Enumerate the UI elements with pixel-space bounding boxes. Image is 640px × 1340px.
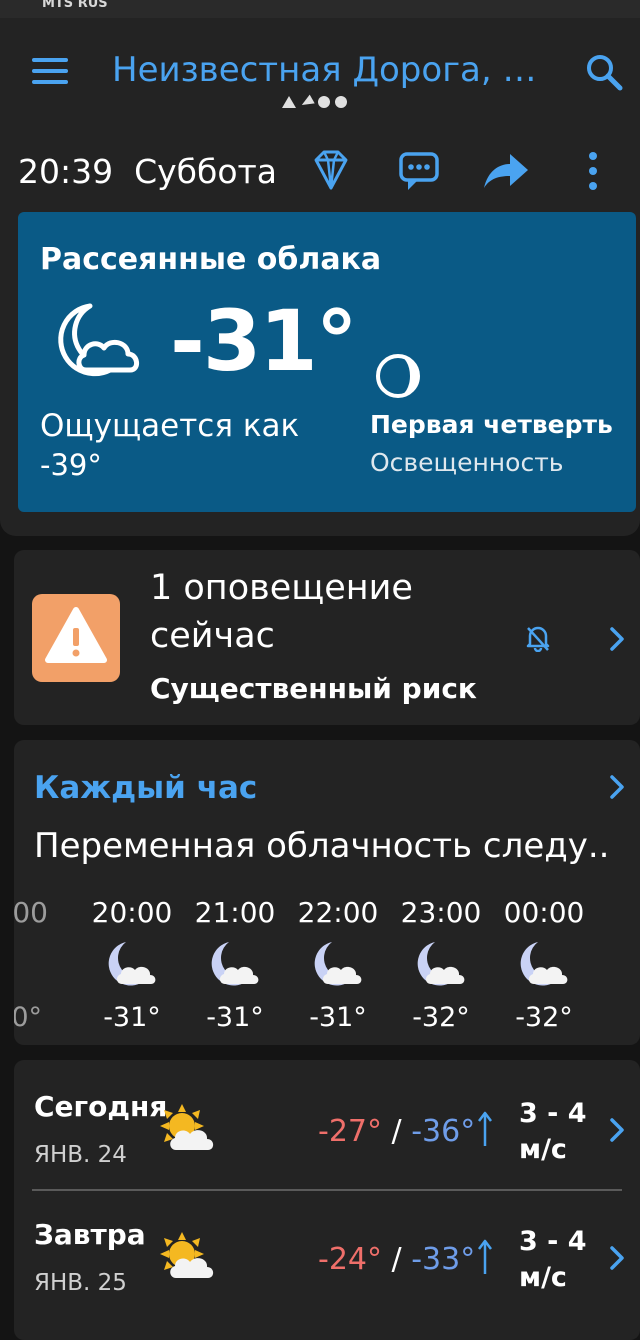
night-cloudy-icon	[14, 938, 62, 994]
day-name: Сегодня	[34, 1090, 168, 1123]
menu-icon[interactable]	[32, 58, 68, 86]
hour-item[interactable]: 23:00 -32°	[391, 896, 491, 1033]
hour-time: 20:00	[91, 896, 173, 929]
current-time: 20:39	[18, 152, 114, 191]
hour-item[interactable]: 00:00 -32°	[494, 896, 594, 1033]
hour-item[interactable]: 22:00 -31°	[288, 896, 388, 1033]
hourly-title: Каждый час	[34, 770, 258, 806]
high-temp: -27°	[318, 1114, 382, 1149]
page-dot-icon	[318, 96, 330, 108]
chevron-right-icon[interactable]	[606, 624, 628, 654]
hour-time: 00:00	[503, 896, 585, 929]
chat-icon[interactable]	[394, 146, 444, 196]
hour-temp: -32°	[412, 1002, 470, 1033]
day-name: Завтра	[34, 1218, 146, 1251]
hour-item[interactable]: 20:00 -31°	[82, 896, 182, 1033]
search-icon[interactable]	[584, 52, 624, 92]
night-cloudy-icon	[520, 942, 568, 986]
chevron-right-icon[interactable]	[606, 1243, 628, 1273]
app-bar: Неизвестная Дорога, Т...	[0, 18, 640, 118]
night-cloudy-icon	[211, 942, 259, 986]
time-day-label: 20:39 Суббота	[18, 152, 277, 191]
day-temperatures: -27° / -36°	[318, 1114, 475, 1149]
condition-title: Рассеянные облака	[40, 242, 382, 277]
high-temp: -24°	[318, 1242, 382, 1277]
night-cloudy-icon	[58, 303, 139, 377]
wind-range: 3 - 4	[519, 1226, 587, 1257]
current-section: 20:39 Суббота Рассеянные облака -31° Ощу…	[0, 118, 640, 536]
wind-speed: 3 - 4 м/с	[519, 1224, 587, 1296]
home-page-dot-icon	[282, 96, 296, 108]
location-page-dot-icon	[299, 94, 315, 110]
day-row-today[interactable]: Сегодня ЯНВ. 24 -27° / -36° 3 - 4 м/с	[14, 1060, 640, 1191]
more-vertical-icon[interactable]	[568, 146, 618, 196]
current-conditions-card[interactable]: Рассеянные облака -31° Ощущается как -39…	[18, 212, 636, 512]
hourly-forecast-card[interactable]: Каждый час Переменная облачность следу..…	[14, 740, 640, 1045]
hour-time: 21:00	[194, 896, 276, 929]
current-day: Суббота	[134, 152, 278, 191]
temp-separator: /	[391, 1114, 402, 1149]
alert-when: сейчас	[150, 616, 275, 656]
wind-unit: м/с	[519, 1134, 567, 1165]
chevron-right-icon[interactable]	[606, 772, 628, 802]
low-temp: -33°	[411, 1242, 476, 1277]
hour-item-partial[interactable]: 00 0°	[14, 896, 84, 1033]
wind-direction-icon	[478, 1111, 492, 1146]
wind-direction-icon	[478, 1239, 492, 1274]
location-title[interactable]: Неизвестная Дорога, Т...	[112, 50, 552, 90]
wind-unit: м/с	[519, 1262, 567, 1293]
low-temp: -36°	[411, 1114, 476, 1149]
moon-phase-icon	[376, 354, 420, 398]
day-temperatures: -24° / -33°	[318, 1242, 475, 1277]
feels-like-label: Ощущается как	[40, 408, 300, 444]
chevron-right-icon[interactable]	[606, 1115, 628, 1145]
temp-separator: /	[391, 1242, 402, 1277]
night-cloudy-icon	[314, 942, 362, 986]
daily-forecast-card: Сегодня ЯНВ. 24 -27° / -36° 3 - 4 м/с За…	[14, 1060, 640, 1340]
status-bar: MTS RUS	[0, 0, 640, 18]
day-row-tomorrow[interactable]: Завтра ЯНВ. 25 -24° / -33° 3 - 4 м/с	[14, 1188, 640, 1313]
day-date: ЯНВ. 24	[34, 1142, 127, 1168]
hour-temp: -31°	[103, 1002, 161, 1033]
hour-time: 22:00	[297, 896, 379, 929]
page-indicator[interactable]	[282, 94, 347, 110]
hour-item[interactable]: 21:00 -31°	[185, 896, 285, 1033]
wind-speed: 3 - 4 м/с	[519, 1096, 587, 1168]
hour-time: 00	[14, 896, 48, 929]
warning-icon	[32, 594, 120, 682]
alert-count: 1 оповещение	[150, 568, 413, 608]
hourly-summary: Переменная облачность следу..	[34, 826, 610, 866]
sun-cloud-icon	[160, 1232, 214, 1278]
hour-time: 23:00	[400, 896, 482, 929]
sun-cloud-icon	[160, 1104, 214, 1150]
moon-phase-label: Первая четверть	[370, 410, 613, 439]
day-date: ЯНВ. 25	[34, 1270, 127, 1296]
wind-range: 3 - 4	[519, 1098, 587, 1129]
night-cloudy-icon	[108, 942, 156, 986]
feels-like-value: -39°	[40, 448, 102, 482]
night-cloudy-icon	[417, 942, 465, 986]
moon-illumination-label: Освещенность	[370, 448, 564, 477]
diamond-icon[interactable]	[306, 146, 356, 196]
carrier-label: MTS RUS	[42, 0, 108, 11]
bell-off-icon[interactable]	[524, 624, 552, 652]
hour-temp: -31°	[309, 1002, 367, 1033]
page-dot-icon	[335, 96, 347, 108]
current-temperature: -31°	[170, 292, 358, 390]
hour-temp: 0°	[14, 1002, 42, 1033]
alert-card[interactable]: 1 оповещение сейчас Существенный риск	[14, 550, 640, 725]
hour-temp: -31°	[206, 1002, 264, 1033]
alert-risk-level: Существенный риск	[150, 672, 477, 705]
share-icon[interactable]	[480, 146, 530, 196]
hour-temp: -32°	[515, 1002, 573, 1033]
